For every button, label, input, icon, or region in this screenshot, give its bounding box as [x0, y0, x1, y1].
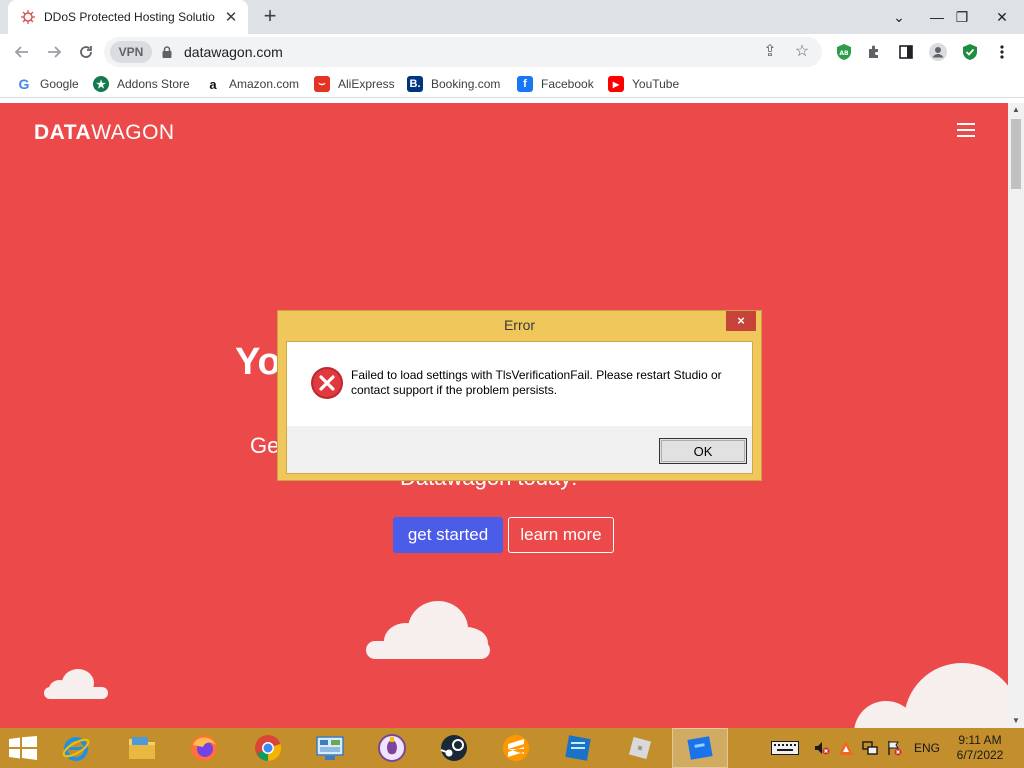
windows-taskbar: ENG 9:11 AM 6/7/2022 [0, 728, 1024, 768]
control-panel-icon[interactable] [302, 728, 358, 768]
hamburger-menu-icon[interactable] [957, 123, 975, 137]
forward-arrow-icon [48, 46, 62, 58]
google-icon: G [18, 76, 30, 92]
youtube-icon: ▶ [608, 76, 624, 92]
small-cloud-illustration [44, 669, 108, 699]
facebook-icon: f [517, 76, 533, 92]
bookmark-aliexpress[interactable]: ⌣ AliExpress [314, 76, 395, 92]
file-explorer-icon[interactable] [114, 728, 170, 768]
forward-button[interactable] [40, 38, 68, 66]
site-logo[interactable]: DATAWAGON [34, 121, 175, 145]
booking-icon: B. [407, 76, 423, 92]
roblox-studio-icon[interactable] [612, 728, 668, 768]
bookmark-addons-store[interactable]: ★ Addons Store [93, 76, 190, 92]
share-icon[interactable]: ⇪ [760, 42, 780, 62]
volume-muted-icon[interactable] [814, 740, 830, 756]
tab-title: DDoS Protected Hosting Solutio [44, 10, 215, 24]
bookmark-facebook[interactable]: f Facebook [517, 76, 594, 92]
amazon-icon: a [209, 76, 217, 92]
vpn-badge[interactable]: VPN [110, 41, 152, 63]
dialog-title: Error [503, 317, 536, 333]
puzzle-extensions-icon[interactable] [864, 42, 884, 62]
network-icon[interactable] [862, 740, 878, 756]
learn-more-button[interactable]: learn more [508, 517, 614, 553]
corner-cloud-illustration [854, 663, 1008, 728]
error-x-icon [311, 367, 343, 399]
bookmark-booking[interactable]: B. Booking.com [407, 76, 500, 92]
tab-close-icon[interactable]: ✕ [222, 8, 240, 26]
chrome-icon[interactable] [240, 728, 296, 768]
action-center-flag-icon[interactable] [886, 740, 902, 756]
dialog-message-area: Failed to load settings with TlsVerifica… [287, 342, 752, 426]
steam-icon[interactable] [426, 728, 482, 768]
kebab-menu-icon[interactable] [992, 42, 1012, 62]
bookmark-google[interactable]: G Google [16, 76, 79, 92]
restore-button[interactable]: ❐ [945, 0, 979, 34]
bookmark-youtube[interactable]: ▶ YouTube [608, 76, 679, 92]
scroll-up-arrow-icon[interactable]: ▲ [1008, 103, 1024, 117]
addons-store-icon: ★ [93, 76, 109, 92]
tab-active[interactable]: DDoS Protected Hosting Solutio ✕ [8, 0, 248, 34]
dialog-close-button[interactable]: × [726, 311, 756, 331]
bookmark-star-icon[interactable]: ☆ [792, 42, 812, 62]
tor-browser-icon[interactable] [364, 728, 420, 768]
scroll-down-arrow-icon[interactable]: ▼ [1008, 714, 1024, 728]
close-window-button[interactable]: ✕ [985, 0, 1019, 34]
hero-subtitle-start: Ge [250, 433, 280, 458]
ok-button[interactable]: OK [659, 438, 747, 464]
new-tab-button[interactable]: + [258, 5, 282, 29]
internet-explorer-icon[interactable] [48, 728, 104, 768]
blue-app-icon[interactable] [550, 728, 606, 768]
sublime-text-icon[interactable] [488, 728, 544, 768]
svg-text:AB: AB [839, 50, 849, 57]
clock-time: 9:11 AM [958, 733, 1002, 747]
bookmark-amazon[interactable]: a Amazon.com [205, 76, 299, 92]
shield-extension-icon[interactable] [960, 42, 980, 62]
windows-start-icon[interactable] [8, 736, 38, 760]
system-clock[interactable]: 9:11 AM 6/7/2022 [952, 733, 1008, 763]
dialog-message: Failed to load settings with TlsVerifica… [351, 368, 722, 397]
browser-toolbar: VPN datawagon.com ⇪ ☆ AB [0, 34, 1024, 70]
dialog-body: Failed to load settings with TlsVerifica… [286, 341, 753, 474]
on-screen-keyboard-icon[interactable] [770, 740, 800, 756]
clock-date: 6/7/2022 [956, 748, 1004, 762]
error-dialog: Error × Failed to load settings with Tls… [277, 310, 762, 481]
browser-titlebar: DDoS Protected Hosting Solutio ✕ + ⌄ — ❐… [0, 0, 1024, 34]
firefox-icon[interactable] [176, 728, 232, 768]
tab-search-icon[interactable]: ⌄ [882, 0, 916, 34]
reload-button[interactable] [72, 38, 100, 66]
input-language-indicator[interactable]: ENG [914, 741, 940, 755]
scrollbar-thumb[interactable] [1011, 119, 1021, 189]
bookmarks-bar: G Google ★ Addons Store a Amazon.com ⌣ A… [0, 70, 1024, 98]
profile-avatar-icon[interactable] [928, 42, 948, 62]
page-scrollbar[interactable]: ▲ ▼ [1008, 103, 1024, 728]
adblock-extension-icon[interactable]: AB [834, 42, 854, 62]
avast-icon[interactable] [838, 740, 854, 756]
aliexpress-icon: ⌣ [314, 76, 330, 92]
virus-icon [20, 9, 36, 25]
get-started-button[interactable]: get started [393, 517, 503, 553]
reload-icon [80, 46, 92, 58]
cloud-illustration [366, 601, 490, 659]
url-text[interactable]: datawagon.com [184, 44, 283, 60]
back-arrow-icon [14, 46, 28, 58]
address-bar[interactable]: VPN datawagon.com ⇪ ☆ [104, 37, 822, 67]
back-button[interactable] [8, 38, 36, 66]
roblox-icon[interactable] [672, 728, 728, 768]
side-panel-icon[interactable] [896, 42, 916, 62]
lock-icon[interactable] [160, 45, 174, 59]
